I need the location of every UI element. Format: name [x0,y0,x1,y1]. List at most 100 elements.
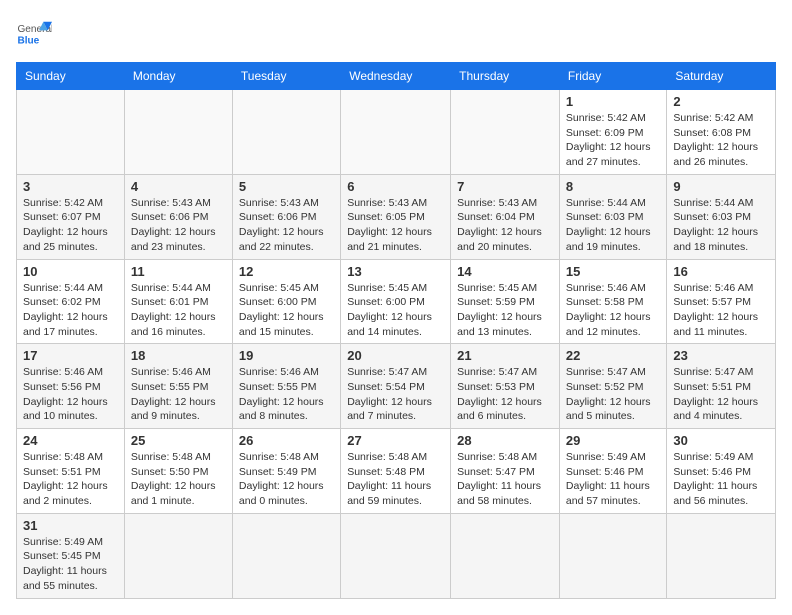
calendar-cell [341,90,451,175]
day-number: 11 [131,264,226,279]
day-info: Sunrise: 5:47 AM Sunset: 5:53 PM Dayligh… [457,365,553,424]
header-day-friday: Friday [559,63,667,90]
logo-icon: General Blue [16,16,52,52]
day-info: Sunrise: 5:44 AM Sunset: 6:03 PM Dayligh… [566,196,661,255]
calendar-header: SundayMondayTuesdayWednesdayThursdayFrid… [17,63,776,90]
day-number: 16 [673,264,769,279]
day-number: 13 [347,264,444,279]
day-info: Sunrise: 5:47 AM Sunset: 5:51 PM Dayligh… [673,365,769,424]
calendar-cell: 23 Sunrise: 5:47 AM Sunset: 5:51 PM Dayli… [667,344,776,429]
header-day-saturday: Saturday [667,63,776,90]
calendar-table: SundayMondayTuesdayWednesdayThursdayFrid… [16,62,776,599]
day-number: 23 [673,348,769,363]
day-number: 5 [239,179,334,194]
calendar-cell [451,513,560,598]
calendar-cell: 28 Sunrise: 5:48 AM Sunset: 5:47 PM Dayli… [451,429,560,514]
day-number: 27 [347,433,444,448]
svg-text:Blue: Blue [17,35,39,46]
day-info: Sunrise: 5:45 AM Sunset: 5:59 PM Dayligh… [457,281,553,340]
calendar-cell: 27Sunrise: 5:48 AM Sunset: 5:48 PM Dayli… [341,429,451,514]
calendar-cell: 8 Sunrise: 5:44 AM Sunset: 6:03 PM Daylig… [559,174,667,259]
day-info: Sunrise: 5:44 AM Sunset: 6:02 PM Dayligh… [23,281,118,340]
calendar-cell: 17Sunrise: 5:46 AM Sunset: 5:56 PM Dayli… [17,344,125,429]
calendar-cell [17,90,125,175]
calendar-cell: 25Sunrise: 5:48 AM Sunset: 5:50 PM Dayli… [124,429,232,514]
calendar-cell: 20 Sunrise: 5:47 AM Sunset: 5:54 PM Dayli… [341,344,451,429]
calendar-cell [559,513,667,598]
calendar-cell [667,513,776,598]
day-number: 26 [239,433,334,448]
calendar-cell [341,513,451,598]
day-info: Sunrise: 5:48 AM Sunset: 5:47 PM Dayligh… [457,450,553,509]
day-number: 1 [566,94,661,109]
page-header: General Blue [16,16,776,52]
calendar-cell: 18 Sunrise: 5:46 AM Sunset: 5:55 PM Dayli… [124,344,232,429]
week-row-1: 1Sunrise: 5:42 AM Sunset: 6:09 PM Daylig… [17,90,776,175]
week-row-3: 10 Sunrise: 5:44 AM Sunset: 6:02 PM Dayli… [17,259,776,344]
day-number: 8 [566,179,661,194]
calendar-cell: 14 Sunrise: 5:45 AM Sunset: 5:59 PM Dayli… [451,259,560,344]
day-info: Sunrise: 5:49 AM Sunset: 5:46 PM Dayligh… [673,450,769,509]
header-day-sunday: Sunday [17,63,125,90]
calendar-cell: 24Sunrise: 5:48 AM Sunset: 5:51 PM Dayli… [17,429,125,514]
day-number: 12 [239,264,334,279]
day-info: Sunrise: 5:46 AM Sunset: 5:55 PM Dayligh… [131,365,226,424]
day-info: Sunrise: 5:49 AM Sunset: 5:46 PM Dayligh… [566,450,661,509]
day-number: 24 [23,433,118,448]
day-number: 20 [347,348,444,363]
calendar-cell: 19 Sunrise: 5:46 AM Sunset: 5:55 PM Dayli… [232,344,340,429]
calendar-cell: 5 Sunrise: 5:43 AM Sunset: 6:06 PM Daylig… [232,174,340,259]
header-day-monday: Monday [124,63,232,90]
week-row-4: 17Sunrise: 5:46 AM Sunset: 5:56 PM Dayli… [17,344,776,429]
day-number: 2 [673,94,769,109]
calendar-cell: 11Sunrise: 5:44 AM Sunset: 6:01 PM Dayli… [124,259,232,344]
calendar-cell: 2 Sunrise: 5:42 AM Sunset: 6:08 PM Daylig… [667,90,776,175]
calendar-cell: 21 Sunrise: 5:47 AM Sunset: 5:53 PM Dayli… [451,344,560,429]
day-info: Sunrise: 5:46 AM Sunset: 5:58 PM Dayligh… [566,281,661,340]
day-number: 21 [457,348,553,363]
day-number: 4 [131,179,226,194]
logo: General Blue [16,16,52,52]
calendar-cell: 6Sunrise: 5:43 AM Sunset: 6:05 PM Daylig… [341,174,451,259]
day-info: Sunrise: 5:43 AM Sunset: 6:04 PM Dayligh… [457,196,553,255]
day-info: Sunrise: 5:45 AM Sunset: 6:00 PM Dayligh… [239,281,334,340]
day-number: 18 [131,348,226,363]
header-day-tuesday: Tuesday [232,63,340,90]
calendar-body: 1Sunrise: 5:42 AM Sunset: 6:09 PM Daylig… [17,90,776,599]
week-row-5: 24Sunrise: 5:48 AM Sunset: 5:51 PM Dayli… [17,429,776,514]
day-number: 28 [457,433,553,448]
day-number: 31 [23,518,118,533]
day-info: Sunrise: 5:43 AM Sunset: 6:06 PM Dayligh… [239,196,334,255]
day-info: Sunrise: 5:43 AM Sunset: 6:06 PM Dayligh… [131,196,226,255]
day-info: Sunrise: 5:46 AM Sunset: 5:55 PM Dayligh… [239,365,334,424]
calendar-cell: 16 Sunrise: 5:46 AM Sunset: 5:57 PM Dayli… [667,259,776,344]
day-number: 10 [23,264,118,279]
day-number: 22 [566,348,661,363]
day-number: 14 [457,264,553,279]
calendar-cell: 15Sunrise: 5:46 AM Sunset: 5:58 PM Dayli… [559,259,667,344]
calendar-cell [124,513,232,598]
calendar-cell: 30Sunrise: 5:49 AM Sunset: 5:46 PM Dayli… [667,429,776,514]
day-info: Sunrise: 5:47 AM Sunset: 5:54 PM Dayligh… [347,365,444,424]
calendar-cell: 22Sunrise: 5:47 AM Sunset: 5:52 PM Dayli… [559,344,667,429]
calendar-cell: 31 Sunrise: 5:49 AM Sunset: 5:45 PM Dayli… [17,513,125,598]
day-number: 17 [23,348,118,363]
calendar-cell: 7 Sunrise: 5:43 AM Sunset: 6:04 PM Daylig… [451,174,560,259]
week-row-2: 3 Sunrise: 5:42 AM Sunset: 6:07 PM Daylig… [17,174,776,259]
calendar-cell: 9Sunrise: 5:44 AM Sunset: 6:03 PM Daylig… [667,174,776,259]
day-info: Sunrise: 5:42 AM Sunset: 6:08 PM Dayligh… [673,111,769,170]
day-info: Sunrise: 5:45 AM Sunset: 6:00 PM Dayligh… [347,281,444,340]
calendar-cell: 29Sunrise: 5:49 AM Sunset: 5:46 PM Dayli… [559,429,667,514]
header-day-thursday: Thursday [451,63,560,90]
day-info: Sunrise: 5:49 AM Sunset: 5:45 PM Dayligh… [23,535,118,594]
day-number: 19 [239,348,334,363]
day-number: 3 [23,179,118,194]
day-number: 7 [457,179,553,194]
day-info: Sunrise: 5:43 AM Sunset: 6:05 PM Dayligh… [347,196,444,255]
day-info: Sunrise: 5:42 AM Sunset: 6:07 PM Dayligh… [23,196,118,255]
calendar-cell: 12 Sunrise: 5:45 AM Sunset: 6:00 PM Dayli… [232,259,340,344]
day-info: Sunrise: 5:46 AM Sunset: 5:57 PM Dayligh… [673,281,769,340]
calendar-cell: 1Sunrise: 5:42 AM Sunset: 6:09 PM Daylig… [559,90,667,175]
calendar-cell: 4 Sunrise: 5:43 AM Sunset: 6:06 PM Daylig… [124,174,232,259]
calendar-cell: 26Sunrise: 5:48 AM Sunset: 5:49 PM Dayli… [232,429,340,514]
